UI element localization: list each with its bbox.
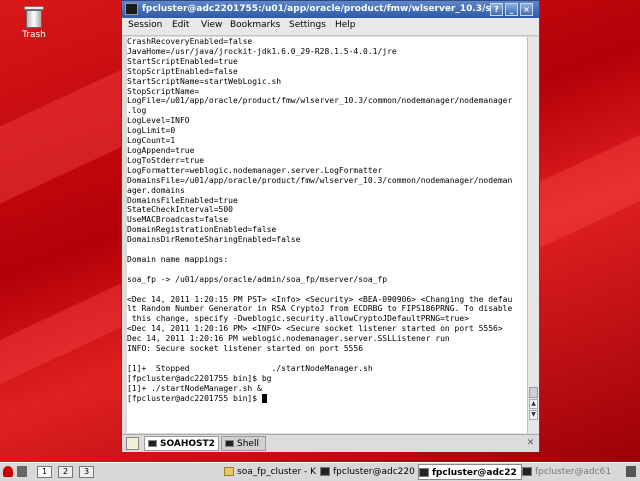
terminal-line: <Dec 14, 2011 1:20:16 PM> <INFO> <Secure… <box>127 324 503 334</box>
terminal-output[interactable]: CrashRecoveryEnabled=false JavaHome=/usr… <box>127 37 527 433</box>
system-menu-icon[interactable] <box>3 466 13 477</box>
terminal-line: JavaHome=/usr/java/jrockit-jdk1.6.0_29-R… <box>127 46 397 56</box>
terminal-line: LogAppend=true <box>127 145 195 155</box>
terminal-cursor <box>261 393 267 403</box>
terminal-window: fpcluster@adc2201755:/u01/app/oracle/pro… <box>121 0 540 452</box>
help-icon[interactable]: ? <box>490 3 503 16</box>
window-title: fpcluster@adc2201755:/u01/app/oracle/pro… <box>142 4 498 14</box>
terminal-line: UseMACBroadcast=false <box>127 215 229 225</box>
menu-settings[interactable]: Settings <box>289 20 326 30</box>
terminal-line: soa_fp -> /u01/apps/oracle/admin/soa_fp/… <box>127 274 388 284</box>
terminal-line: StopScriptEnabled=false <box>127 66 238 76</box>
terminal-line: StopScriptName= <box>127 86 200 96</box>
terminal-line: Dec 14, 2011 1:20:16 PM weblogic.nodeman… <box>127 334 450 344</box>
terminal-app-icon <box>125 3 138 15</box>
workspace-2[interactable]: 2 <box>58 466 73 478</box>
terminal-line: StartScriptEnabled=true <box>127 56 238 66</box>
terminal-line: lt Random Number Generator in RSA Crypto… <box>127 304 513 314</box>
terminal-line: LogCount=1 <box>127 136 176 146</box>
terminal-line: StateCheckInterval=500 <box>127 205 233 215</box>
terminal-tab-icon <box>225 440 234 447</box>
terminal-icon <box>320 467 330 476</box>
task-label: fpcluster@adc220 <box>333 467 415 477</box>
terminal-line: LogFormatter=weblogic.nodemanager.server… <box>127 165 383 175</box>
tab-soahost2[interactable]: SOAHOST2 <box>144 436 219 451</box>
folder-icon <box>224 467 234 476</box>
task-label: soa_fp_cluster - K <box>237 467 317 477</box>
menu-session[interactable]: Session <box>128 20 162 30</box>
terminal-line: [1]+ Stopped ./startNodeManager.sh <box>127 363 373 373</box>
terminal-line: [fpcluster@adc2201755 bin]$ bg <box>127 373 272 383</box>
terminal-line: <Dec 14, 2011 1:20:15 PM PST> <Info> <Se… <box>127 294 513 304</box>
trash-label: Trash <box>22 30 46 40</box>
task-label: fpcluster@adc22 <box>432 468 517 478</box>
tray-icon[interactable] <box>626 466 636 477</box>
trash-desktop-icon[interactable]: Trash <box>14 6 54 40</box>
taskbar-task[interactable]: soa_fp_cluster - K <box>224 464 324 480</box>
terminal-line: LogFile=/u01/app/oracle/product/fmw/wlse… <box>127 96 513 106</box>
terminal-line: INFO: Secure socket listener started on … <box>127 344 364 354</box>
terminal-line: .log <box>127 106 147 116</box>
taskbar-task-active[interactable]: fpcluster@adc22 <box>418 464 522 480</box>
menu-help[interactable]: Help <box>335 20 356 30</box>
terminal-line: LogLimit=0 <box>127 126 176 136</box>
terminal-line: LogLevel=INFO <box>127 116 190 126</box>
task-label: fpcluster@adc61 <box>535 467 612 477</box>
terminal-line: ager.domains <box>127 185 185 195</box>
session-tab-bar: SOAHOST2 Shell ✕ <box>122 434 539 452</box>
tab-label: Shell <box>237 439 259 449</box>
menu-view[interactable]: View <box>201 20 222 30</box>
workspace-3[interactable]: 3 <box>79 466 94 478</box>
taskbar: 1 2 3 soa_fp_cluster - K fpcluster@adc22… <box>0 462 640 481</box>
terminal-line: DomainRegistrationEnabled=false <box>127 225 277 235</box>
terminal-line: DomainsFile=/u01/app/oracle/product/fmw/… <box>127 175 513 185</box>
terminal-icon <box>522 467 532 476</box>
minimize-icon[interactable]: _ <box>505 3 518 16</box>
scroll-up-icon[interactable]: ▲ <box>529 399 538 409</box>
terminal-scrollbar[interactable]: ▲ ▼ <box>527 37 539 433</box>
trash-icon <box>24 6 44 28</box>
new-tab-icon[interactable] <box>126 437 139 450</box>
show-desktop-icon[interactable] <box>17 466 27 477</box>
close-icon[interactable]: × <box>520 3 533 16</box>
terminal-line: DomainsFileEnabled=true <box>127 195 238 205</box>
terminal-tab-icon <box>148 440 157 447</box>
terminal-icon <box>419 468 429 477</box>
taskbar-task[interactable]: fpcluster@adc61 <box>522 464 620 480</box>
menu-bar: Session Edit View Bookmarks Settings Hel… <box>122 18 539 36</box>
terminal-line: DomainsDirRemoteSharingEnabled=false <box>127 235 301 245</box>
menu-edit[interactable]: Edit <box>172 20 189 30</box>
scrollbar-thumb[interactable] <box>529 387 538 398</box>
terminal-line: LogToStderr=true <box>127 155 205 165</box>
terminal-line: StartScriptName=startWebLogic.sh <box>127 76 282 86</box>
terminal-text: CrashRecoveryEnabled=false JavaHome=/usr… <box>127 37 527 404</box>
taskbar-task[interactable]: fpcluster@adc220 <box>320 464 416 480</box>
terminal-line: [1]+ ./startNodeManager.sh & <box>127 383 262 393</box>
terminal-line: Domain name mappings: <box>127 254 229 264</box>
tab-label: SOAHOST2 <box>160 439 215 449</box>
menu-bookmarks[interactable]: Bookmarks <box>230 20 280 30</box>
terminal-line: [fpcluster@adc2201755 bin]$ <box>127 393 262 403</box>
close-tab-icon[interactable]: ✕ <box>525 438 536 449</box>
tab-shell[interactable]: Shell <box>221 436 266 451</box>
terminal-line: CrashRecoveryEnabled=false <box>127 37 253 46</box>
workspace-1[interactable]: 1 <box>37 466 52 478</box>
scroll-down-icon[interactable]: ▼ <box>529 410 538 420</box>
window-titlebar[interactable]: fpcluster@adc2201755:/u01/app/oracle/pro… <box>122 1 539 18</box>
terminal-line: this change, specify -Dweblogic.security… <box>127 314 469 324</box>
